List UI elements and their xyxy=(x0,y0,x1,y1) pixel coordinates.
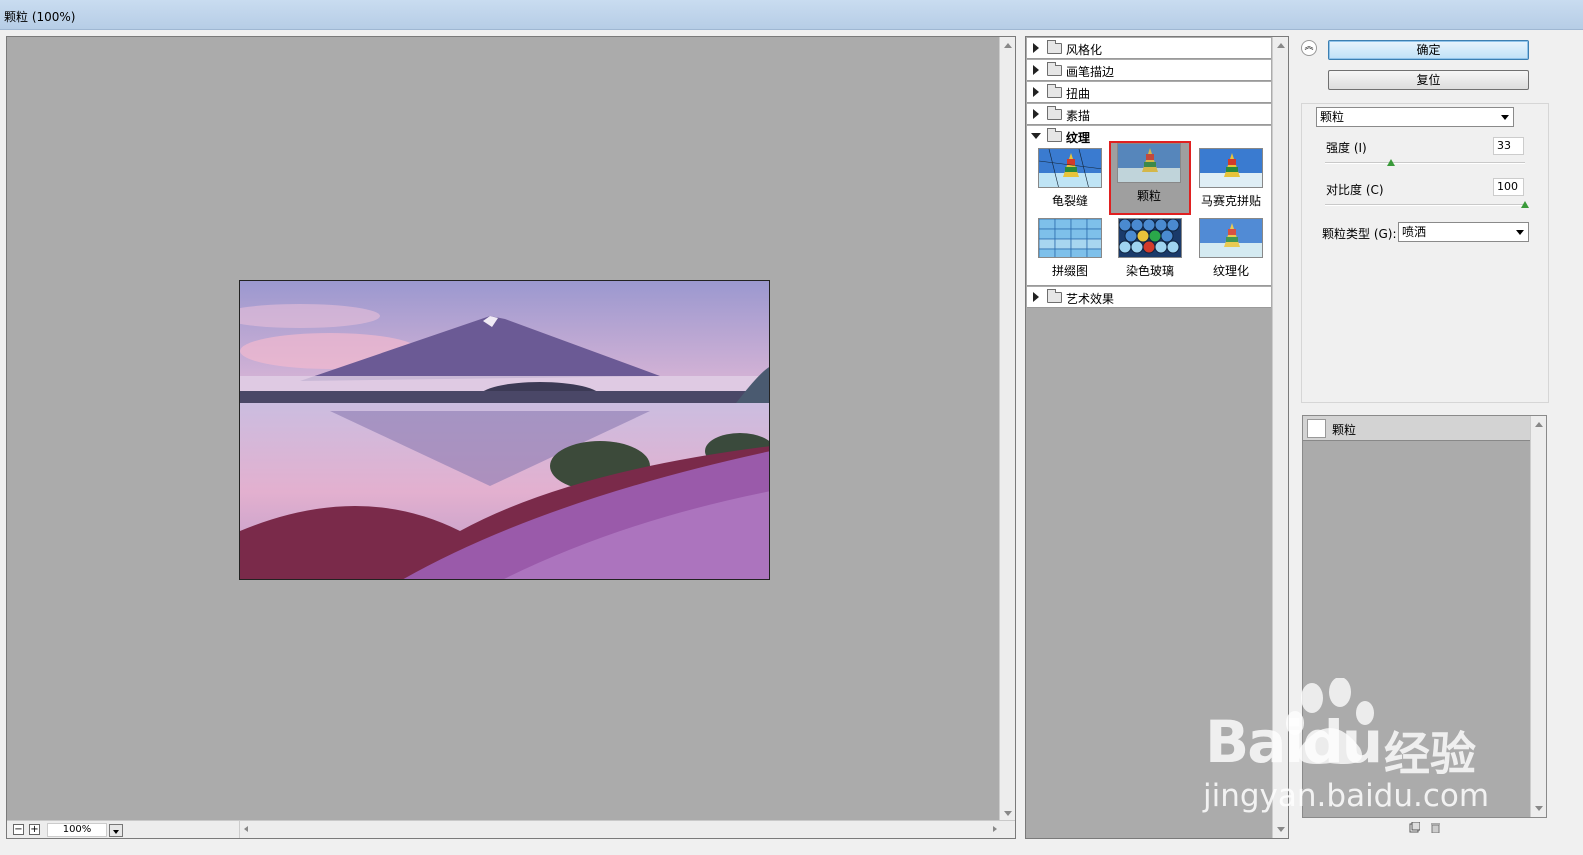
thumbnail-patchwork[interactable]: 拼缀图 xyxy=(1030,216,1108,282)
thumbnail-caption: 染色玻璃 xyxy=(1125,264,1174,278)
category-label: 素描 xyxy=(1066,109,1091,123)
contrast-slider-handle[interactable] xyxy=(1521,201,1529,208)
thumbnail-craquelure[interactable]: 龟裂缝 xyxy=(1030,146,1108,212)
thumbnail-caption: 拼缀图 xyxy=(1051,264,1088,278)
new-layer-icon[interactable] xyxy=(1409,822,1420,833)
intensity-slider-handle[interactable] xyxy=(1387,159,1395,166)
thumbnail-image xyxy=(1199,148,1263,188)
open-folder-icon xyxy=(1047,128,1062,142)
watermark-brand-cn: 经验 xyxy=(1384,727,1476,781)
scroll-down-icon[interactable] xyxy=(1004,811,1012,816)
preview-vertical-scrollbar[interactable] xyxy=(999,37,1015,822)
expand-triangle-icon[interactable] xyxy=(1033,87,1039,97)
thumbnail-image xyxy=(1118,218,1182,258)
thumbnail-image xyxy=(1038,218,1102,258)
scroll-down-icon[interactable] xyxy=(1535,806,1543,811)
intensity-slider-track[interactable] xyxy=(1325,162,1525,164)
zoom-in-icon[interactable]: + xyxy=(29,824,40,835)
scroll-down-icon[interactable] xyxy=(1277,827,1285,832)
title-bar: 颗粒 (100%) xyxy=(0,0,1583,30)
thumbnail-texturizer[interactable]: 纹理化 xyxy=(1191,216,1269,282)
thumbnail-caption: 马赛克拼贴 xyxy=(1200,194,1261,208)
grain-type-select[interactable]: 喷洒 xyxy=(1398,222,1529,242)
expand-triangle-icon[interactable] xyxy=(1033,43,1039,53)
filter-select-value: 颗粒 xyxy=(1320,110,1345,124)
intensity-input[interactable]: 33 xyxy=(1493,137,1524,155)
category-distort[interactable]: 扭曲 xyxy=(1027,82,1271,103)
preview-horizontal-scrollbar[interactable] xyxy=(239,821,999,838)
scroll-right-icon[interactable] xyxy=(993,826,997,832)
contrast-slider-track[interactable] xyxy=(1325,204,1525,206)
ok-button[interactable]: 确定 xyxy=(1328,40,1529,60)
intensity-label: 强度 (I) xyxy=(1326,141,1367,155)
scroll-up-icon[interactable] xyxy=(1535,422,1543,427)
thumbnail-caption: 颗粒 xyxy=(1136,189,1161,203)
preview-bottom-bar: − + 100% xyxy=(7,820,1015,838)
zoom-level-field[interactable]: 100% xyxy=(47,823,107,837)
category-label: 画笔描边 xyxy=(1066,65,1115,79)
category-label: 扭曲 xyxy=(1066,87,1091,101)
chevron-down-icon xyxy=(1501,115,1509,120)
thumbnail-grain[interactable]: 颗粒 xyxy=(1109,141,1191,215)
reset-button[interactable]: 复位 xyxy=(1328,70,1529,90)
thumbnail-image xyxy=(1117,143,1181,183)
thumbnail-image xyxy=(1038,148,1102,188)
watermark-brand: Baidu xyxy=(1205,708,1383,776)
thumbnail-caption: 龟裂缝 xyxy=(1051,194,1088,208)
collapse-icon[interactable]: ︽ xyxy=(1301,40,1317,56)
folder-icon xyxy=(1047,289,1062,303)
preview-pane[interactable]: − + 100% xyxy=(6,36,1016,839)
collapse-triangle-icon[interactable] xyxy=(1031,133,1041,139)
contrast-label: 对比度 (C) xyxy=(1326,183,1384,197)
thumbnail-image xyxy=(1199,218,1263,258)
grain-type-label: 颗粒类型 (G): xyxy=(1322,227,1397,241)
thumbnail-mosaic-tiles[interactable]: 马赛克拼贴 xyxy=(1191,146,1269,212)
expand-triangle-icon[interactable] xyxy=(1033,292,1039,302)
zoom-out-icon[interactable]: − xyxy=(13,824,24,835)
category-stylize[interactable]: 风格化 xyxy=(1027,38,1271,59)
effect-layer-row[interactable]: 颗粒 xyxy=(1303,416,1531,441)
effect-layer-name: 颗粒 xyxy=(1332,423,1357,437)
category-label: 艺术效果 xyxy=(1066,292,1115,306)
visibility-toggle[interactable] xyxy=(1307,419,1326,438)
chevron-down-icon xyxy=(1516,230,1524,235)
folder-icon xyxy=(1047,106,1062,120)
category-label: 风格化 xyxy=(1066,43,1103,57)
folder-icon xyxy=(1047,40,1062,54)
watermark-url: jingyan.baidu.com xyxy=(1203,778,1490,814)
preview-image xyxy=(239,280,770,580)
grain-type-value: 喷洒 xyxy=(1402,225,1427,239)
contrast-input[interactable]: 100 xyxy=(1493,178,1524,196)
thumbnail-caption: 纹理化 xyxy=(1212,264,1249,278)
folder-icon xyxy=(1047,62,1062,76)
scroll-left-icon[interactable] xyxy=(244,826,248,832)
layers-vertical-scrollbar[interactable] xyxy=(1530,416,1546,817)
category-sketch[interactable]: 素描 xyxy=(1027,104,1271,125)
thumbnail-stained-glass[interactable]: 染色玻璃 xyxy=(1110,216,1188,282)
folder-icon xyxy=(1047,84,1062,98)
window-title: 颗粒 (100%) xyxy=(4,10,76,24)
expand-triangle-icon[interactable] xyxy=(1033,65,1039,75)
texture-thumbnails: 龟裂缝 颗粒 马赛克拼贴 拼缀图 染色玻璃 纹理化 xyxy=(1027,141,1271,286)
scroll-up-icon[interactable] xyxy=(1004,43,1012,48)
category-brush-strokes[interactable]: 画笔描边 xyxy=(1027,60,1271,81)
category-artistic[interactable]: 艺术效果 xyxy=(1027,287,1271,308)
expand-triangle-icon[interactable] xyxy=(1033,109,1039,119)
filter-select[interactable]: 颗粒 xyxy=(1316,107,1514,127)
trash-icon[interactable] xyxy=(1430,822,1441,833)
filter-settings-panel: 颗粒 强度 (I) 33 对比度 (C) 100 颗粒类型 (G): 喷洒 xyxy=(1301,103,1549,403)
zoom-dropdown-icon[interactable] xyxy=(109,824,123,837)
scroll-up-icon[interactable] xyxy=(1277,43,1285,48)
